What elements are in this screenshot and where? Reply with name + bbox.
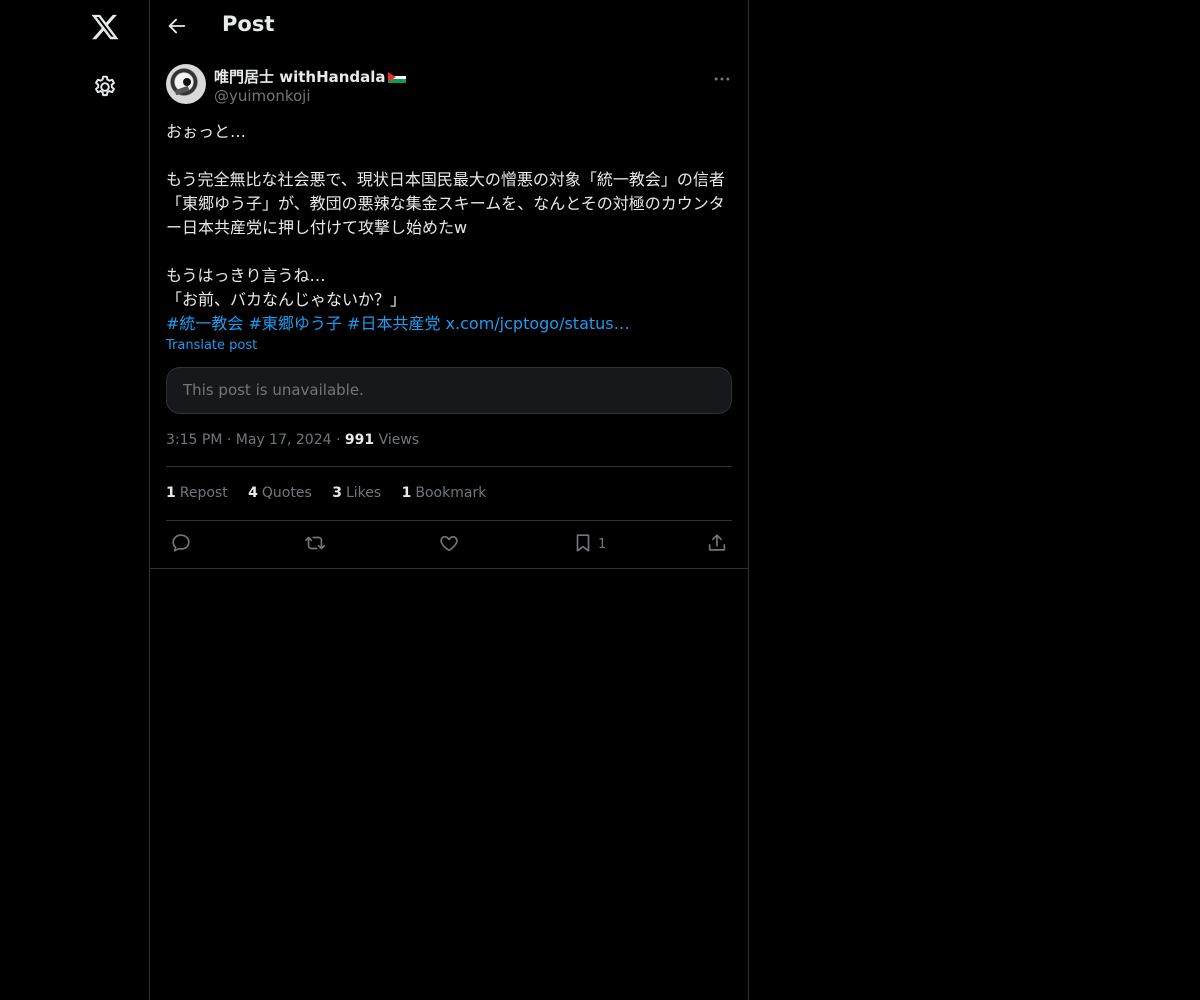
separator-dot: · [226, 432, 236, 448]
stat-count: 3 [332, 485, 342, 501]
share-button[interactable] [706, 532, 728, 556]
share-icon [708, 534, 726, 551]
avatar[interactable] [166, 64, 206, 104]
divider [150, 568, 748, 569]
back-arrow-icon[interactable] [166, 15, 188, 37]
bookmark-count: 1 [598, 537, 607, 552]
like-icon [440, 535, 458, 552]
hashtag-link[interactable]: #日本共産党 [347, 314, 440, 333]
post-date[interactable]: May 17, 2024 [236, 432, 332, 448]
likes-stat[interactable]: 3 Likes [332, 485, 381, 501]
reply-button[interactable] [170, 532, 192, 556]
divider [166, 520, 732, 521]
repost-icon [305, 536, 325, 550]
palestine-flag-icon [387, 72, 406, 83]
stat-label: Likes [345, 485, 382, 501]
views-count: 991 [344, 432, 375, 448]
post-time[interactable]: 3:15 PM [166, 432, 222, 448]
author-name[interactable]: 唯門居士 withHandala [214, 66, 406, 87]
quotes-stat[interactable]: 4 Quotes [248, 485, 312, 501]
left-nav [0, 0, 149, 1000]
reposts-stat[interactable]: 1 Repost [166, 485, 228, 501]
stat-count: 1 [166, 485, 176, 501]
post-links: #統一教会 #東郷ゆう子 #日本共産党 x.com/jcptogo/status… [166, 312, 630, 336]
bookmark-icon [576, 534, 590, 552]
gear-icon[interactable] [92, 74, 118, 100]
views-label: Views [378, 432, 420, 448]
stat-label: Bookmark [415, 485, 487, 501]
unavailable-quote-card: This post is unavailable. [166, 367, 732, 414]
hashtag-link[interactable]: #統一教会 [166, 314, 243, 333]
post-meta: 3:15 PM · May 17, 2024 · 991 Views [166, 432, 419, 448]
page-title: Post [222, 12, 275, 36]
reply-icon [172, 534, 190, 552]
stat-count: 4 [248, 485, 258, 501]
bookmark-button[interactable]: 1 [572, 532, 606, 556]
stat-count: 1 [401, 485, 412, 501]
top-bar: Post [150, 0, 748, 54]
action-bar: 1 [166, 532, 732, 556]
x-logo-icon[interactable] [90, 12, 120, 42]
engagement-stats: 1 Repost 4 Quotes 3 Likes 1 Bookmark [166, 485, 502, 501]
quoted-url-link[interactable]: x.com/jcptogo/status… [446, 314, 630, 333]
separator-dot: · [335, 432, 345, 448]
post-text: おぉっと… もう完全無比な社会悪で、現状日本国民最大の憎悪の対象「統一教会」の信… [166, 122, 725, 309]
main-column: Post 唯門居士 withHandala @yuimonkoji おぉっと… … [149, 0, 749, 1000]
hashtag-link[interactable]: #東郷ゆう子 [249, 314, 342, 333]
unavailable-text: This post is unavailable. [183, 381, 364, 399]
author-handle[interactable]: @yuimonkoji [214, 87, 311, 105]
more-icon[interactable] [712, 69, 732, 89]
stat-label: Repost [179, 485, 228, 501]
author-display-name: 唯門居士 withHandala [214, 68, 386, 86]
stat-label: Quotes [261, 485, 312, 501]
translate-post-link[interactable]: Translate post [166, 338, 257, 353]
bookmarks-stat[interactable]: 1 Bookmark [402, 485, 487, 501]
divider [166, 466, 732, 467]
like-button[interactable] [438, 532, 460, 556]
repost-button[interactable] [304, 532, 326, 556]
